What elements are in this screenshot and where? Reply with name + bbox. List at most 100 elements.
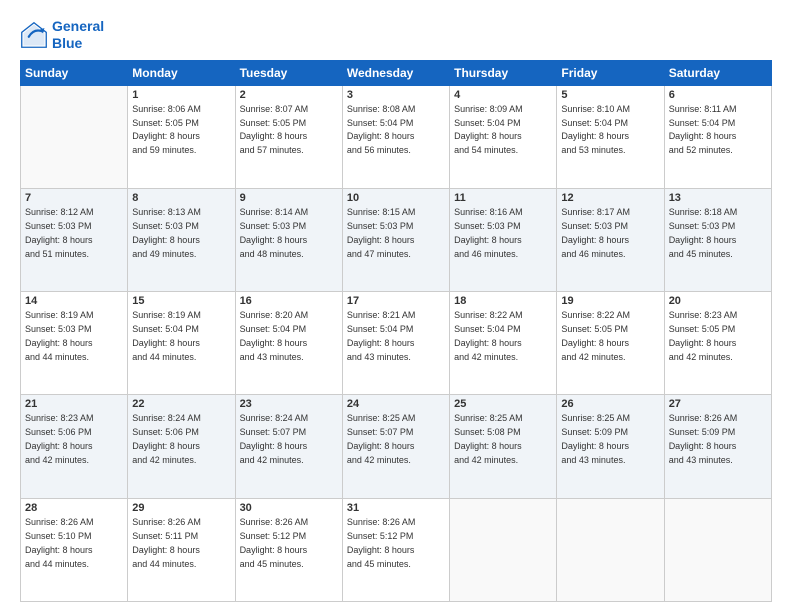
week-row-3: 14 Sunrise: 8:19 AM Sunset: 5:03 PM Dayli… xyxy=(21,292,772,395)
day-number: 23 xyxy=(240,398,338,410)
calendar-cell: 2 Sunrise: 8:07 AM Sunset: 5:05 PM Daylig… xyxy=(235,85,342,188)
calendar-cell: 17 Sunrise: 8:21 AM Sunset: 5:04 PM Dayli… xyxy=(342,292,449,395)
day-info: Sunrise: 8:14 AM Sunset: 5:03 PM Dayligh… xyxy=(240,206,338,262)
day-number: 3 xyxy=(347,89,445,101)
calendar-cell: 7 Sunrise: 8:12 AM Sunset: 5:03 PM Daylig… xyxy=(21,188,128,291)
logo-icon xyxy=(20,21,48,49)
calendar-cell: 12Sunrise: 8:17 AM Sunset: 5:03 PM Dayli… xyxy=(557,188,664,291)
day-number: 16 xyxy=(240,295,338,307)
day-info: Sunrise: 8:26 AM Sunset: 5:12 PM Dayligh… xyxy=(347,516,445,572)
day-number: 27 xyxy=(669,398,767,410)
day-info: Sunrise: 8:06 AM Sunset: 5:05 PM Dayligh… xyxy=(132,103,230,159)
day-info: Sunrise: 8:25 AM Sunset: 5:09 PM Dayligh… xyxy=(561,412,659,468)
day-number: 30 xyxy=(240,502,338,514)
logo-text: General Blue xyxy=(52,18,104,52)
logo-general: General xyxy=(52,18,104,34)
calendar-cell: 25 Sunrise: 8:25 AM Sunset: 5:08 PM Dayli… xyxy=(450,395,557,498)
day-info: Sunrise: 8:24 AM Sunset: 5:06 PM Dayligh… xyxy=(132,412,230,468)
day-number: 6 xyxy=(669,89,767,101)
day-number: 28 xyxy=(25,502,123,514)
day-number: 10 xyxy=(347,192,445,204)
day-number: 8 xyxy=(132,192,230,204)
day-info: Sunrise: 8:23 AM Sunset: 5:06 PM Dayligh… xyxy=(25,412,123,468)
day-number: 1 xyxy=(132,89,230,101)
weekday-header-friday: Friday xyxy=(557,60,664,85)
day-number: 5 xyxy=(561,89,659,101)
calendar-cell: 30 Sunrise: 8:26 AM Sunset: 5:12 PM Dayli… xyxy=(235,498,342,601)
day-info: Sunrise: 8:18 AM Sunset: 5:03 PM Dayligh… xyxy=(669,206,767,262)
day-number: 25 xyxy=(454,398,552,410)
calendar-cell: 29 Sunrise: 8:26 AM Sunset: 5:11 PM Dayli… xyxy=(128,498,235,601)
calendar-cell: 20 Sunrise: 8:23 AM Sunset: 5:05 PM Dayli… xyxy=(664,292,771,395)
day-info: Sunrise: 8:22 AM Sunset: 5:05 PM Dayligh… xyxy=(561,309,659,365)
day-number: 22 xyxy=(132,398,230,410)
day-number: 17 xyxy=(347,295,445,307)
day-info: Sunrise: 8:15 AM Sunset: 5:03 PM Dayligh… xyxy=(347,206,445,262)
day-number: 4 xyxy=(454,89,552,101)
day-info: Sunrise: 8:26 AM Sunset: 5:10 PM Dayligh… xyxy=(25,516,123,572)
calendar-cell: 18Sunrise: 8:22 AM Sunset: 5:04 PM Dayli… xyxy=(450,292,557,395)
day-number: 14 xyxy=(25,295,123,307)
day-number: 26 xyxy=(561,398,659,410)
day-info: Sunrise: 8:07 AM Sunset: 5:05 PM Dayligh… xyxy=(240,103,338,159)
weekday-header-sunday: Sunday xyxy=(21,60,128,85)
day-info: Sunrise: 8:09 AM Sunset: 5:04 PM Dayligh… xyxy=(454,103,552,159)
day-info: Sunrise: 8:19 AM Sunset: 5:04 PM Dayligh… xyxy=(132,309,230,365)
header: General Blue xyxy=(20,18,772,52)
day-info: Sunrise: 8:23 AM Sunset: 5:05 PM Dayligh… xyxy=(669,309,767,365)
calendar-cell: 14 Sunrise: 8:19 AM Sunset: 5:03 PM Dayli… xyxy=(21,292,128,395)
day-info: Sunrise: 8:24 AM Sunset: 5:07 PM Dayligh… xyxy=(240,412,338,468)
day-number: 9 xyxy=(240,192,338,204)
day-info: Sunrise: 8:26 AM Sunset: 5:09 PM Dayligh… xyxy=(669,412,767,468)
day-info: Sunrise: 8:25 AM Sunset: 5:07 PM Dayligh… xyxy=(347,412,445,468)
day-info: Sunrise: 8:19 AM Sunset: 5:03 PM Dayligh… xyxy=(25,309,123,365)
week-row-1: 1 Sunrise: 8:06 AM Sunset: 5:05 PM Daylig… xyxy=(21,85,772,188)
day-number: 29 xyxy=(132,502,230,514)
weekday-header-wednesday: Wednesday xyxy=(342,60,449,85)
day-number: 21 xyxy=(25,398,123,410)
day-number: 19 xyxy=(561,295,659,307)
calendar-cell: 26 Sunrise: 8:25 AM Sunset: 5:09 PM Dayli… xyxy=(557,395,664,498)
day-number: 2 xyxy=(240,89,338,101)
week-row-2: 7 Sunrise: 8:12 AM Sunset: 5:03 PM Daylig… xyxy=(21,188,772,291)
day-info: Sunrise: 8:16 AM Sunset: 5:03 PM Dayligh… xyxy=(454,206,552,262)
day-number: 7 xyxy=(25,192,123,204)
calendar-cell: 5Sunrise: 8:10 AM Sunset: 5:04 PM Daylig… xyxy=(557,85,664,188)
day-info: Sunrise: 8:25 AM Sunset: 5:08 PM Dayligh… xyxy=(454,412,552,468)
logo: General Blue xyxy=(20,18,104,52)
day-number: 20 xyxy=(669,295,767,307)
calendar-cell: 11Sunrise: 8:16 AM Sunset: 5:03 PM Dayli… xyxy=(450,188,557,291)
logo-blue: Blue xyxy=(52,35,82,51)
week-row-5: 28 Sunrise: 8:26 AM Sunset: 5:10 PM Dayli… xyxy=(21,498,772,601)
weekday-header-thursday: Thursday xyxy=(450,60,557,85)
calendar-cell: 15Sunrise: 8:19 AM Sunset: 5:04 PM Dayli… xyxy=(128,292,235,395)
calendar-cell: 21 Sunrise: 8:23 AM Sunset: 5:06 PM Dayli… xyxy=(21,395,128,498)
day-info: Sunrise: 8:12 AM Sunset: 5:03 PM Dayligh… xyxy=(25,206,123,262)
day-info: Sunrise: 8:13 AM Sunset: 5:03 PM Dayligh… xyxy=(132,206,230,262)
calendar-cell xyxy=(557,498,664,601)
day-info: Sunrise: 8:21 AM Sunset: 5:04 PM Dayligh… xyxy=(347,309,445,365)
day-info: Sunrise: 8:26 AM Sunset: 5:11 PM Dayligh… xyxy=(132,516,230,572)
day-info: Sunrise: 8:11 AM Sunset: 5:04 PM Dayligh… xyxy=(669,103,767,159)
day-info: Sunrise: 8:26 AM Sunset: 5:12 PM Dayligh… xyxy=(240,516,338,572)
day-number: 12 xyxy=(561,192,659,204)
calendar-cell xyxy=(664,498,771,601)
calendar-cell: 19 Sunrise: 8:22 AM Sunset: 5:05 PM Dayli… xyxy=(557,292,664,395)
calendar-cell xyxy=(21,85,128,188)
weekday-header-monday: Monday xyxy=(128,60,235,85)
day-info: Sunrise: 8:08 AM Sunset: 5:04 PM Dayligh… xyxy=(347,103,445,159)
calendar-cell: 28 Sunrise: 8:26 AM Sunset: 5:10 PM Dayli… xyxy=(21,498,128,601)
day-info: Sunrise: 8:20 AM Sunset: 5:04 PM Dayligh… xyxy=(240,309,338,365)
calendar-header-row: SundayMondayTuesdayWednesdayThursdayFrid… xyxy=(21,60,772,85)
calendar-table: SundayMondayTuesdayWednesdayThursdayFrid… xyxy=(20,60,772,602)
weekday-header-saturday: Saturday xyxy=(664,60,771,85)
calendar-cell: 4 Sunrise: 8:09 AM Sunset: 5:04 PM Daylig… xyxy=(450,85,557,188)
day-number: 24 xyxy=(347,398,445,410)
calendar-cell: 8 Sunrise: 8:13 AM Sunset: 5:03 PM Daylig… xyxy=(128,188,235,291)
page: General Blue SundayMondayTuesdayWednesda… xyxy=(0,0,792,612)
day-number: 13 xyxy=(669,192,767,204)
calendar-cell: 9 Sunrise: 8:14 AM Sunset: 5:03 PM Daylig… xyxy=(235,188,342,291)
day-number: 18 xyxy=(454,295,552,307)
calendar-cell: 31Sunrise: 8:26 AM Sunset: 5:12 PM Dayli… xyxy=(342,498,449,601)
calendar-cell xyxy=(450,498,557,601)
